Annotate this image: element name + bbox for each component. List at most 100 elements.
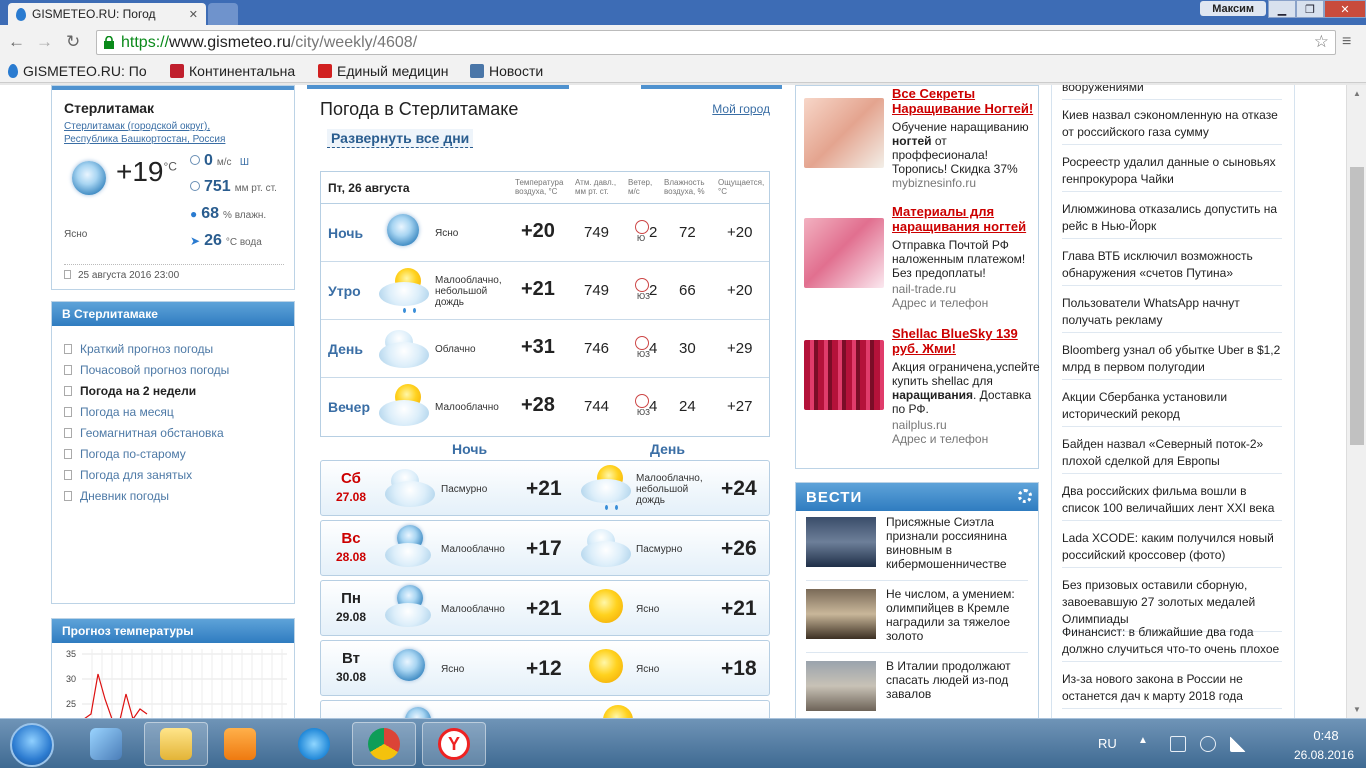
action-center-icon[interactable]	[1170, 736, 1186, 752]
gear-icon[interactable]	[1018, 489, 1032, 503]
scroll-down-icon[interactable]: ▼	[1353, 705, 1361, 714]
city-link-item[interactable]: Краткий прогноз погоды	[64, 338, 294, 359]
close-window-button[interactable]: ✕	[1324, 0, 1366, 18]
ad-image[interactable]	[804, 218, 884, 288]
ad-title[interactable]: Материалы для наращивания ногтей	[892, 204, 1040, 234]
period-pressure: 749	[584, 282, 610, 299]
my-city-link[interactable]: Мой город	[712, 102, 770, 116]
back-arrow-icon[interactable]: ←	[8, 32, 25, 52]
city-link-item[interactable]: Погода на месяц	[64, 401, 294, 422]
taskbar-app-network[interactable]	[74, 722, 138, 766]
address-bar[interactable]: https://www.gismeteo.ru/city/weekly/4608…	[96, 30, 1336, 55]
ad-address-link[interactable]: Адрес и телефон	[892, 432, 988, 446]
ad-url[interactable]: nail-trade.ru	[892, 282, 956, 296]
start-button[interactable]	[10, 723, 54, 767]
news-headline[interactable]: Не числом, а умением: олимпийцев в Кремл…	[886, 587, 1028, 643]
news-item[interactable]: Из-за нового закона в России не останетс…	[1062, 671, 1282, 709]
internet-explorer-icon	[298, 728, 330, 760]
volume-icon[interactable]	[1200, 736, 1216, 752]
bookmark-medical[interactable]: Единый медицин	[318, 63, 456, 79]
media-player-icon	[224, 728, 256, 760]
day-row[interactable]: Сб 27.08 Пасмурно +21 Малооблачно, небольшой…	[320, 460, 770, 516]
vesti-news-item[interactable]: В Италии продолжают спасать людей из-под…	[806, 659, 1028, 718]
period-label: Утро	[328, 283, 361, 299]
minimize-button[interactable]: ▁	[1268, 0, 1296, 18]
new-tab-button[interactable]	[208, 3, 238, 25]
news-item[interactable]: Акции Сбербанка установили исторический …	[1062, 389, 1282, 427]
news-item[interactable]: Илюмжинова отказались допустить на рейс …	[1062, 201, 1282, 239]
news-item[interactable]: Два российских фильма вошли в список 100…	[1062, 483, 1282, 521]
taskbar-app-chrome[interactable]	[352, 722, 416, 766]
news-item[interactable]: Росреестр удалил данные о сыновьях генпр…	[1062, 154, 1282, 192]
close-tab-icon[interactable]: ✕	[189, 8, 198, 21]
ad-title[interactable]: Все Секреты Наращивание Ногтей!	[892, 86, 1040, 116]
period-pressure: 749	[584, 224, 610, 241]
forward-arrow-icon[interactable]: →	[36, 32, 53, 52]
language-indicator[interactable]: RU	[1098, 736, 1117, 751]
ads-block: Все Секреты Наращивание Ногтей! Обучение …	[795, 85, 1040, 469]
bookmark-star-icon[interactable]: ☆	[1314, 32, 1329, 52]
city-link-item[interactable]: Погода по-старому	[64, 443, 294, 464]
ad-url[interactable]: nailplus.ru	[892, 418, 947, 432]
city-link-item[interactable]: Погода на 2 недели	[64, 380, 294, 401]
menu-icon[interactable]: ≡	[1342, 33, 1351, 51]
city-link-item[interactable]: Почасовой прогноз погоды	[64, 359, 294, 380]
news-headline[interactable]: Присяжные Сиэтла признали россиянина вин…	[886, 515, 1028, 571]
ad-address-link[interactable]: Адрес и телефон	[892, 296, 988, 310]
page-scrollbar[interactable]: ▲ ▼	[1346, 85, 1366, 718]
show-hidden-icons-icon[interactable]: ▲	[1138, 735, 1148, 746]
city-region[interactable]: Стерлитамак (городской округ), Республика…	[64, 120, 274, 146]
news-item[interactable]: Байден назвал «Северный поток-2» плохой …	[1062, 436, 1282, 474]
day-of-week: Сб	[341, 470, 361, 487]
bookmark-gismeteo[interactable]: GISMETEO.RU: По	[8, 63, 156, 79]
bookmark-vk-news[interactable]: Новости	[470, 63, 543, 79]
news-photo[interactable]	[806, 661, 876, 711]
ad-image[interactable]	[804, 340, 884, 410]
restore-button[interactable]: ❐	[1296, 0, 1324, 18]
ad-item[interactable]: Shellac BlueSky 139 руб. Жми! Акция огран…	[804, 326, 1040, 446]
tab-gismeteo[interactable]: GISMETEO.RU: Погод ✕	[8, 3, 206, 25]
ad-title[interactable]: Shellac BlueSky 139 руб. Жми!	[892, 326, 1040, 356]
news-photo[interactable]	[806, 517, 876, 567]
vesti-news-item[interactable]: Не числом, а умением: олимпийцев в Кремл…	[806, 587, 1028, 653]
document-icon	[64, 364, 72, 375]
city-link-item[interactable]: Погода для занятых	[64, 464, 294, 485]
scroll-up-icon[interactable]: ▲	[1353, 89, 1361, 98]
news-item[interactable]: Lada XCODE: каким получился новый россий…	[1062, 530, 1282, 568]
city-link-item[interactable]: Геомагнитная обстановка	[64, 422, 294, 443]
ad-image[interactable]	[804, 98, 884, 168]
taskbar-app-media[interactable]	[208, 722, 272, 766]
period-row: Утро Малооблачно, небольшой дождь +21 749 ЮЗ…	[321, 262, 769, 320]
news-item[interactable]: Финансист: в ближайшие два года должно с…	[1062, 624, 1282, 662]
day-temperature: +24	[721, 477, 757, 500]
news-item[interactable]: вооружениями	[1062, 85, 1282, 100]
reload-icon[interactable]: ↻	[66, 32, 80, 52]
document-icon	[64, 343, 72, 354]
day-row[interactable]: Пн 29.08 Малооблачно +21 Ясно +21	[320, 580, 770, 636]
news-item[interactable]: Глава ВТБ исключил возможность обнаружен…	[1062, 248, 1282, 286]
day-row[interactable]: Вс 28.08 Малооблачно +17 Пасмурно +26	[320, 520, 770, 576]
clock-date[interactable]: 26.08.2016	[1284, 748, 1364, 762]
ad-item[interactable]: Все Секреты Наращивание Ногтей! Обучение …	[804, 86, 1034, 201]
network-signal-icon[interactable]	[1230, 736, 1246, 752]
moon-cloud-icon	[383, 585, 437, 631]
news-item[interactable]: Киев назвал сэкономленную на отказе от р…	[1062, 107, 1282, 145]
scroll-thumb[interactable]	[1350, 167, 1364, 445]
city-link-item[interactable]: Дневник погоды	[64, 485, 294, 506]
expand-all-days-button[interactable]: Развернуть все дни	[327, 129, 474, 148]
day-row[interactable]: Вт 30.08 Ясно +12 Ясно +18	[320, 640, 770, 696]
taskbar-app-explorer[interactable]	[144, 722, 208, 766]
news-headline[interactable]: В Италии продолжают спасать людей из-под…	[886, 659, 1028, 701]
taskbar-app-yandex[interactable]: Y	[422, 722, 486, 766]
news-item[interactable]: Bloomberg узнал об убытке Uber в $1,2 мл…	[1062, 342, 1282, 380]
taskbar-app-ie[interactable]	[282, 722, 346, 766]
profile-button[interactable]: Максим	[1200, 1, 1266, 16]
ad-url[interactable]: mybiznesinfo.ru	[892, 176, 976, 190]
news-photo[interactable]	[806, 589, 876, 639]
ad-item[interactable]: Материалы для наращивания ногтей Отправка…	[804, 204, 1034, 319]
clock-time[interactable]: 0:48	[1296, 728, 1356, 743]
day-row-partial[interactable]	[320, 700, 770, 718]
vesti-news-item[interactable]: Присяжные Сиэтла признали россиянина вин…	[806, 515, 1028, 581]
news-item[interactable]: Пользователи WhatsApp начнут получать ре…	[1062, 295, 1282, 333]
bookmark-khl[interactable]: Континентальна	[170, 63, 304, 79]
